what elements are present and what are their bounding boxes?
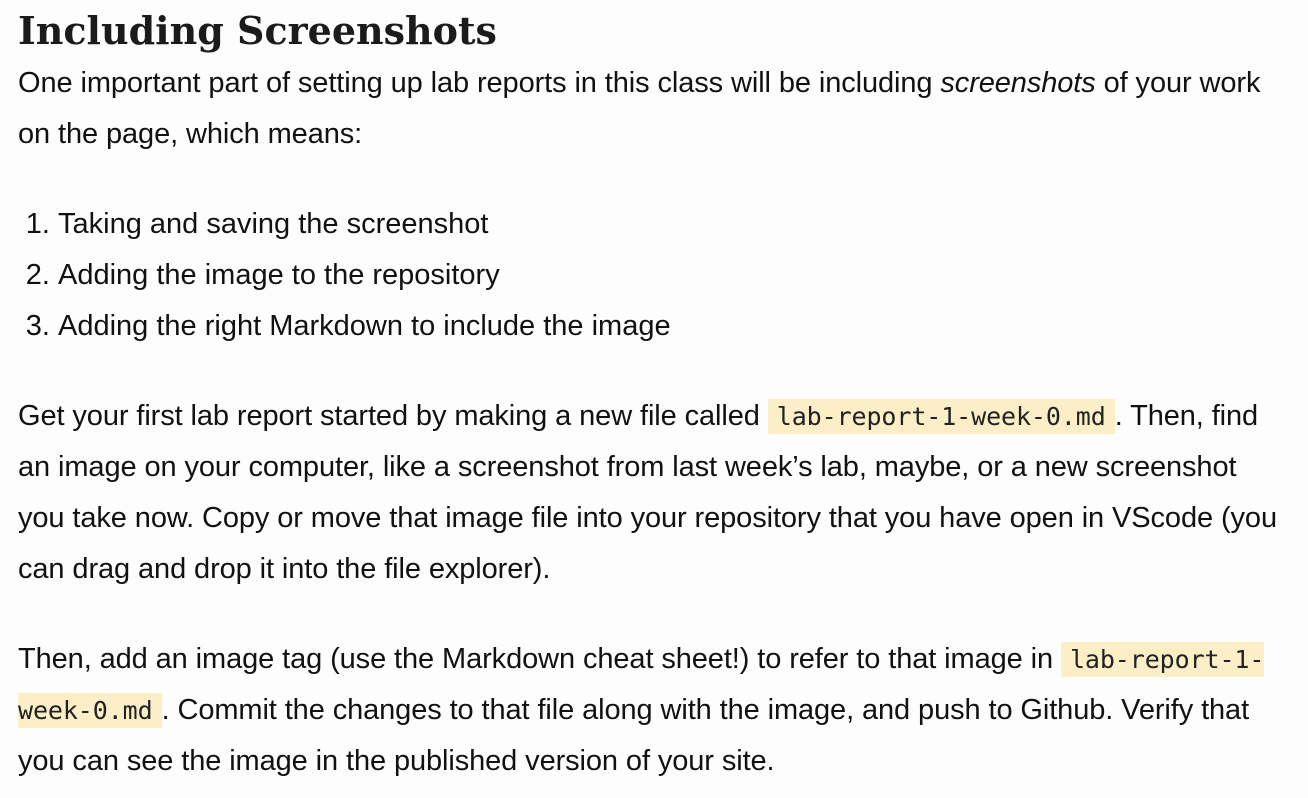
- steps-list: Taking and saving the screenshot Adding …: [18, 199, 1284, 352]
- list-item: Adding the right Markdown to include the…: [58, 301, 1284, 352]
- list-item: Taking and saving the screenshot: [58, 199, 1284, 250]
- section-heading: Including Screenshots: [18, 8, 497, 53]
- list-item: Adding the image to the repository: [58, 250, 1284, 301]
- image-tag-text-before: Then, add an image tag (use the Markdown…: [18, 643, 1061, 675]
- intro-emphasis: screenshots: [940, 67, 1096, 99]
- new-file-paragraph: Get your first lab report started by mak…: [18, 391, 1284, 595]
- filename-code: lab-report-1-week-0.md: [767, 399, 1115, 434]
- intro-text-before: One important part of setting up lab rep…: [18, 67, 941, 99]
- document-page: Including Screenshots One important part…: [0, 0, 1308, 798]
- intro-paragraph: One important part of setting up lab rep…: [18, 58, 1284, 160]
- new-file-text-before: Get your first lab report started by mak…: [18, 400, 768, 432]
- image-tag-paragraph: Then, add an image tag (use the Markdown…: [18, 634, 1284, 787]
- image-tag-text-after: . Commit the changes to that file along …: [18, 694, 1250, 777]
